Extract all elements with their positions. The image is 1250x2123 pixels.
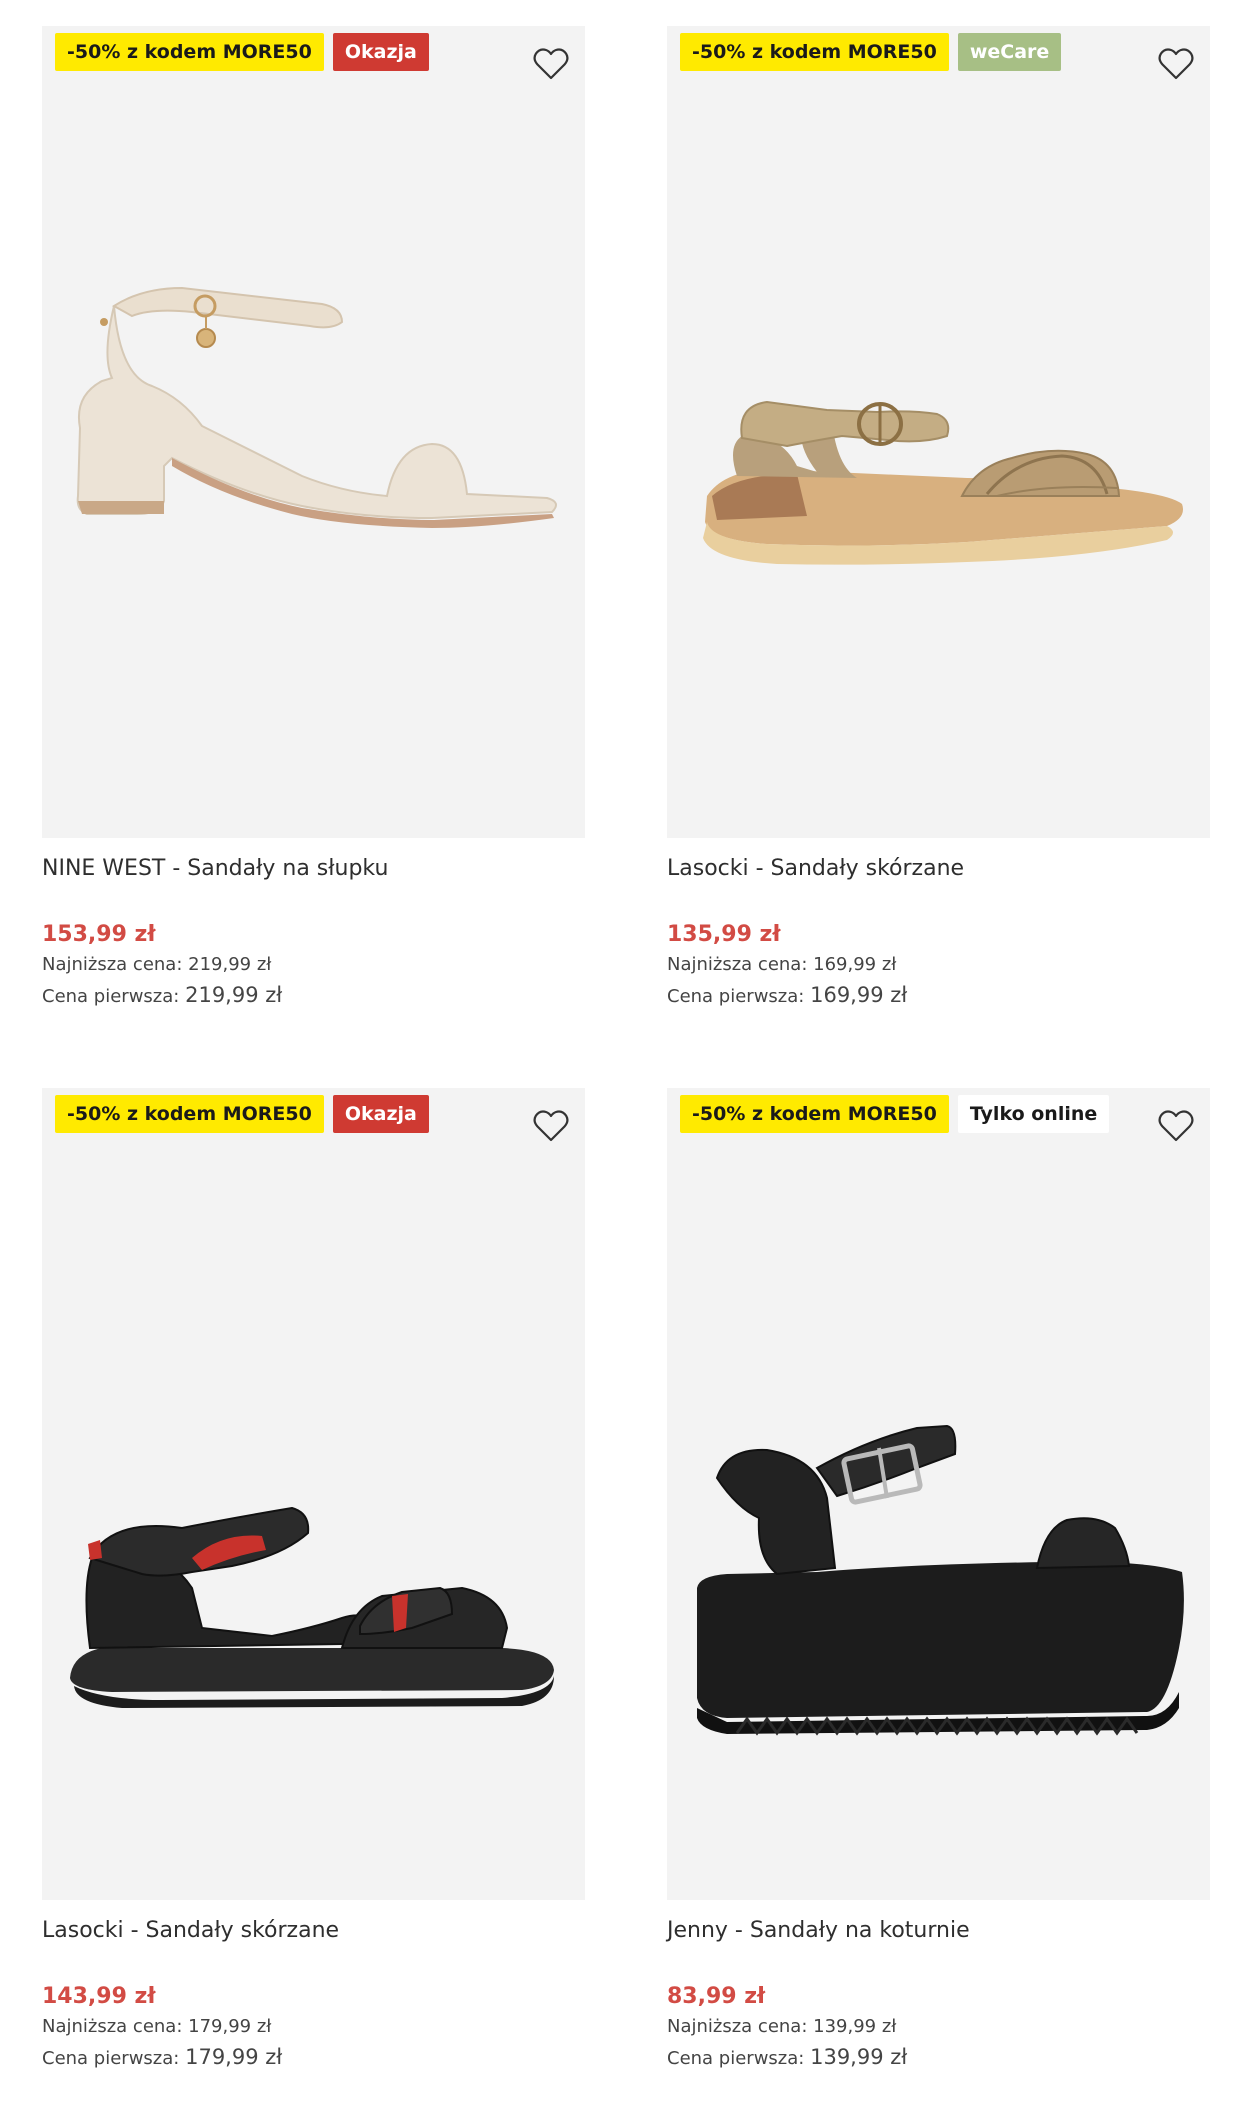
- product-image[interactable]: [42, 1088, 585, 1900]
- heart-outline-icon: [533, 1110, 569, 1142]
- lowest-price-label: Najniższa cena:: [42, 954, 183, 975]
- product-title[interactable]: Jenny - Sandały na koturnie: [667, 1916, 1210, 1946]
- heart-outline-icon: [1158, 1110, 1194, 1142]
- lowest-price-label: Najniższa cena:: [42, 2016, 183, 2037]
- lowest-price-value: 219,99 zł: [188, 954, 272, 975]
- lowest-price-label: Najniższa cena:: [667, 954, 808, 975]
- okazja-badge: Okazja: [332, 1095, 429, 1133]
- lowest-price-label: Najniższa cena:: [667, 2016, 808, 2037]
- wishlist-button[interactable]: [531, 44, 571, 84]
- product-card[interactable]: -50% z kodem MORE50 weCare Lasocki - San…: [667, 26, 1210, 1012]
- badge-group: -50% z kodem MORE50 Tylko online: [680, 1095, 1110, 1133]
- lowest-price-value: 179,99 zł: [188, 2016, 272, 2037]
- badge-group: -50% z kodem MORE50 weCare: [680, 33, 1062, 71]
- product-card[interactable]: -50% z kodem MORE50 Okazja NINE WEST - S…: [42, 26, 585, 1012]
- product-image-area[interactable]: -50% z kodem MORE50 weCare: [667, 26, 1210, 838]
- product-card[interactable]: -50% z kodem MORE50 Okazja Lasocki - San…: [42, 1088, 585, 2074]
- wishlist-button[interactable]: [1156, 1106, 1196, 1146]
- product-card[interactable]: -50% z kodem MORE50 Tylko online Jenny -…: [667, 1088, 1210, 2074]
- original-price-value: 219,99 zł: [185, 983, 283, 1007]
- lowest-price-line: Najniższa cena: 219,99 zł: [42, 950, 585, 980]
- original-price-line: Cena pierwsza: 139,99 zł: [667, 2042, 1210, 2074]
- original-price-label: Cena pierwsza:: [42, 2048, 180, 2069]
- original-price-label: Cena pierwsza:: [667, 2048, 805, 2069]
- wishlist-button[interactable]: [1156, 44, 1196, 84]
- lowest-price-value: 139,99 zł: [813, 2016, 897, 2037]
- wecare-badge: weCare: [957, 33, 1062, 71]
- product-image[interactable]: [667, 26, 1210, 838]
- product-image-area[interactable]: -50% z kodem MORE50 Okazja: [42, 1088, 585, 1900]
- product-image[interactable]: [667, 1088, 1210, 1900]
- original-price-value: 179,99 zł: [185, 2045, 283, 2069]
- original-price-line: Cena pierwsza: 179,99 zł: [42, 2042, 585, 2074]
- product-image-area[interactable]: -50% z kodem MORE50 Okazja: [42, 26, 585, 838]
- product-title[interactable]: NINE WEST - Sandały na słupku: [42, 854, 585, 884]
- badge-group: -50% z kodem MORE50 Okazja: [55, 33, 429, 71]
- product-price: 83,99 zł: [667, 1984, 766, 2009]
- lowest-price-line: Najniższa cena: 139,99 zł: [667, 2012, 1210, 2042]
- online-only-badge: Tylko online: [957, 1095, 1110, 1133]
- product-price: 135,99 zł: [667, 922, 781, 947]
- original-price-line: Cena pierwsza: 169,99 zł: [667, 980, 1210, 1012]
- original-price-value: 169,99 zł: [810, 983, 908, 1007]
- product-title[interactable]: Lasocki - Sandały skórzane: [667, 854, 1210, 884]
- original-price-line: Cena pierwsza: 219,99 zł: [42, 980, 585, 1012]
- heart-outline-icon: [1158, 48, 1194, 80]
- okazja-badge: Okazja: [332, 33, 429, 71]
- promo-code-badge: -50% z kodem MORE50: [55, 33, 324, 71]
- original-price-label: Cena pierwsza:: [667, 986, 805, 1007]
- promo-code-badge: -50% z kodem MORE50: [55, 1095, 324, 1133]
- wishlist-button[interactable]: [531, 1106, 571, 1146]
- promo-code-badge: -50% z kodem MORE50: [680, 1095, 949, 1133]
- heart-outline-icon: [533, 48, 569, 80]
- original-price-label: Cena pierwsza:: [42, 986, 180, 1007]
- product-price: 143,99 zł: [42, 1984, 156, 2009]
- promo-code-badge: -50% z kodem MORE50: [680, 33, 949, 71]
- product-image-area[interactable]: -50% z kodem MORE50 Tylko online: [667, 1088, 1210, 1900]
- product-price: 153,99 zł: [42, 922, 156, 947]
- lowest-price-line: Najniższa cena: 169,99 zł: [667, 950, 1210, 980]
- badge-group: -50% z kodem MORE50 Okazja: [55, 1095, 429, 1133]
- lowest-price-line: Najniższa cena: 179,99 zł: [42, 2012, 585, 2042]
- product-image[interactable]: [42, 26, 585, 838]
- lowest-price-value: 169,99 zł: [813, 954, 897, 975]
- original-price-value: 139,99 zł: [810, 2045, 908, 2069]
- product-title[interactable]: Lasocki - Sandały skórzane: [42, 1916, 585, 1946]
